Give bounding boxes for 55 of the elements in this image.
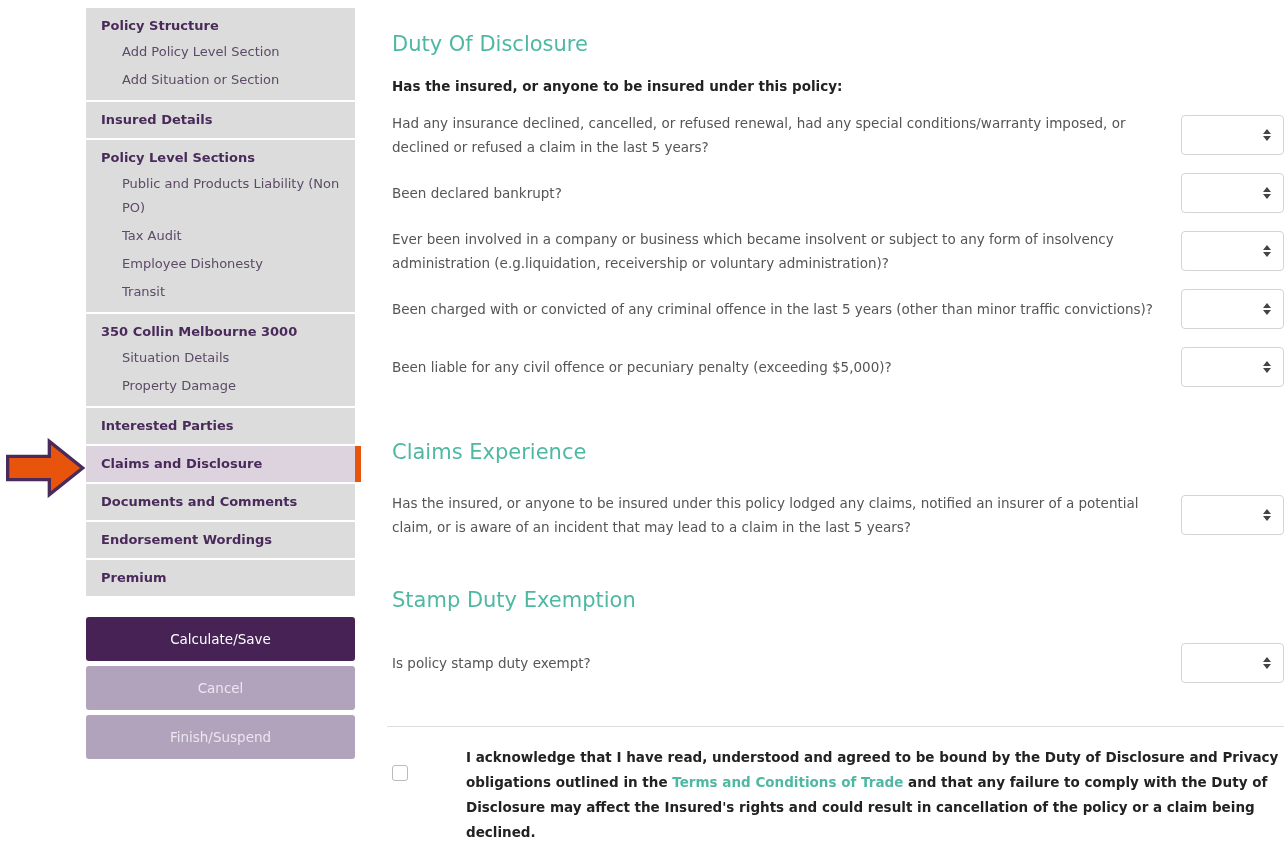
sidebar-link[interactable]: Tax Audit: [101, 222, 343, 250]
select-field[interactable]: [1181, 347, 1284, 387]
sort-icon: [1263, 187, 1271, 199]
sort-icon: [1263, 303, 1271, 315]
section-title: Stamp Duty Exemption: [392, 588, 637, 612]
intro-text: Has the insured, or anyone to be insured under this policy:: [392, 78, 844, 94]
select-field[interactable]: [1181, 643, 1284, 683]
sort-icon: [1263, 129, 1271, 141]
select-field[interactable]: [1181, 115, 1284, 155]
sidebar-link[interactable]: Property Damage: [101, 372, 343, 400]
sidebar-item[interactable]: Endorsement Wordings: [86, 522, 355, 558]
question-text: Been liable for any civil offence or pecuniary penalty (exceeding $5,000)?: [392, 358, 892, 377]
acknowledgement-text: I acknowledge that I have read, understood and agreed to be bound by the Duty of Disclosure and Privacy obligations outlined in the Terms and Conditions of Trade and that any failure to comply with the Duty of Disclosure may affect the Insured's rights and could result in cancellation of the policy or a claim being declined.: [466, 748, 1280, 842]
sidebar-item[interactable]: Policy Level Sections Public and Products Liability (Non PO) Tax Audit Employee Dishonesty Transit: [86, 140, 355, 312]
sidebar-link[interactable]: Situation Details: [101, 344, 343, 372]
sidebar-item[interactable]: 350 Collin Melbourne 3000 Situation Details Property Damage: [86, 314, 355, 406]
sidebar-link[interactable]: Transit: [101, 278, 343, 306]
action-button[interactable]: Calculate/Save: [86, 617, 355, 661]
sidebar-item[interactable]: Interested Parties: [86, 408, 355, 444]
checkbox[interactable]: [392, 765, 408, 781]
section-heading: Policy Level Sections: [101, 149, 256, 167]
sort-icon: [1263, 245, 1271, 257]
section-heading: Policy Structure: [101, 17, 220, 35]
question-text: Been charged with or convicted of any criminal offence in the last 5 years (other than minor traffic convictions)?: [392, 300, 1153, 319]
sidebar-link[interactable]: Public and Products Liability (Non PO): [101, 170, 343, 222]
sidebar-item[interactable]: Insured Details: [86, 102, 355, 138]
arrow-icon: [6, 438, 86, 498]
select-field[interactable]: [1181, 173, 1284, 213]
sort-icon: [1263, 509, 1271, 521]
question-text: Been declared bankrupt?: [392, 184, 562, 203]
section-title: Claims Experience: [392, 440, 588, 464]
section-heading: Interested Parties: [101, 417, 235, 435]
question-text: Has the insured, or anyone to be insured under this policy lodged any claims, notified an insurer of a potential claim, or is aware of an incident that may lead to a claim in the last 5 years?: [392, 494, 1140, 537]
sort-icon: [1263, 657, 1271, 669]
section-heading: Endorsement Wordings: [101, 531, 273, 549]
select-field[interactable]: [1181, 289, 1284, 329]
section-heading: Insured Details: [101, 111, 214, 129]
sort-icon: [1263, 361, 1271, 373]
select-field[interactable]: [1181, 495, 1284, 535]
question-text: Had any insurance declined, cancelled, or refused renewal, had any special conditions/warranty imposed, or declined or refused a claim in the last 5 years?: [392, 114, 1127, 157]
section-heading: 350 Collin Melbourne 3000: [101, 323, 299, 341]
section-title: Duty Of Disclosure: [392, 32, 589, 56]
sidebar-item[interactable]: Claims and Disclosure: [86, 446, 361, 482]
sidebar-link[interactable]: Add Situation or Section: [101, 66, 343, 94]
select-field[interactable]: [1181, 231, 1284, 271]
sidebar-link[interactable]: Employee Dishonesty: [101, 250, 343, 278]
section-heading: Claims and Disclosure: [101, 455, 264, 473]
question-text: Is policy stamp duty exempt?: [392, 654, 591, 673]
section-heading: Documents and Comments: [101, 493, 299, 511]
sidebar-link[interactable]: Add Policy Level Section: [101, 38, 343, 66]
sidebar-item[interactable]: Policy Structure Add Policy Level Section Add Situation or Section: [86, 8, 355, 100]
section-heading: Premium: [101, 569, 168, 587]
sidebar-item[interactable]: Documents and Comments: [86, 484, 355, 520]
sidebar-item[interactable]: Premium: [86, 560, 355, 596]
question-text: Ever been involved in a company or business which became insolvent or subject to any form of insolvency administration (e.g.liquidation, receivership or voluntary administration)?: [392, 230, 1115, 273]
